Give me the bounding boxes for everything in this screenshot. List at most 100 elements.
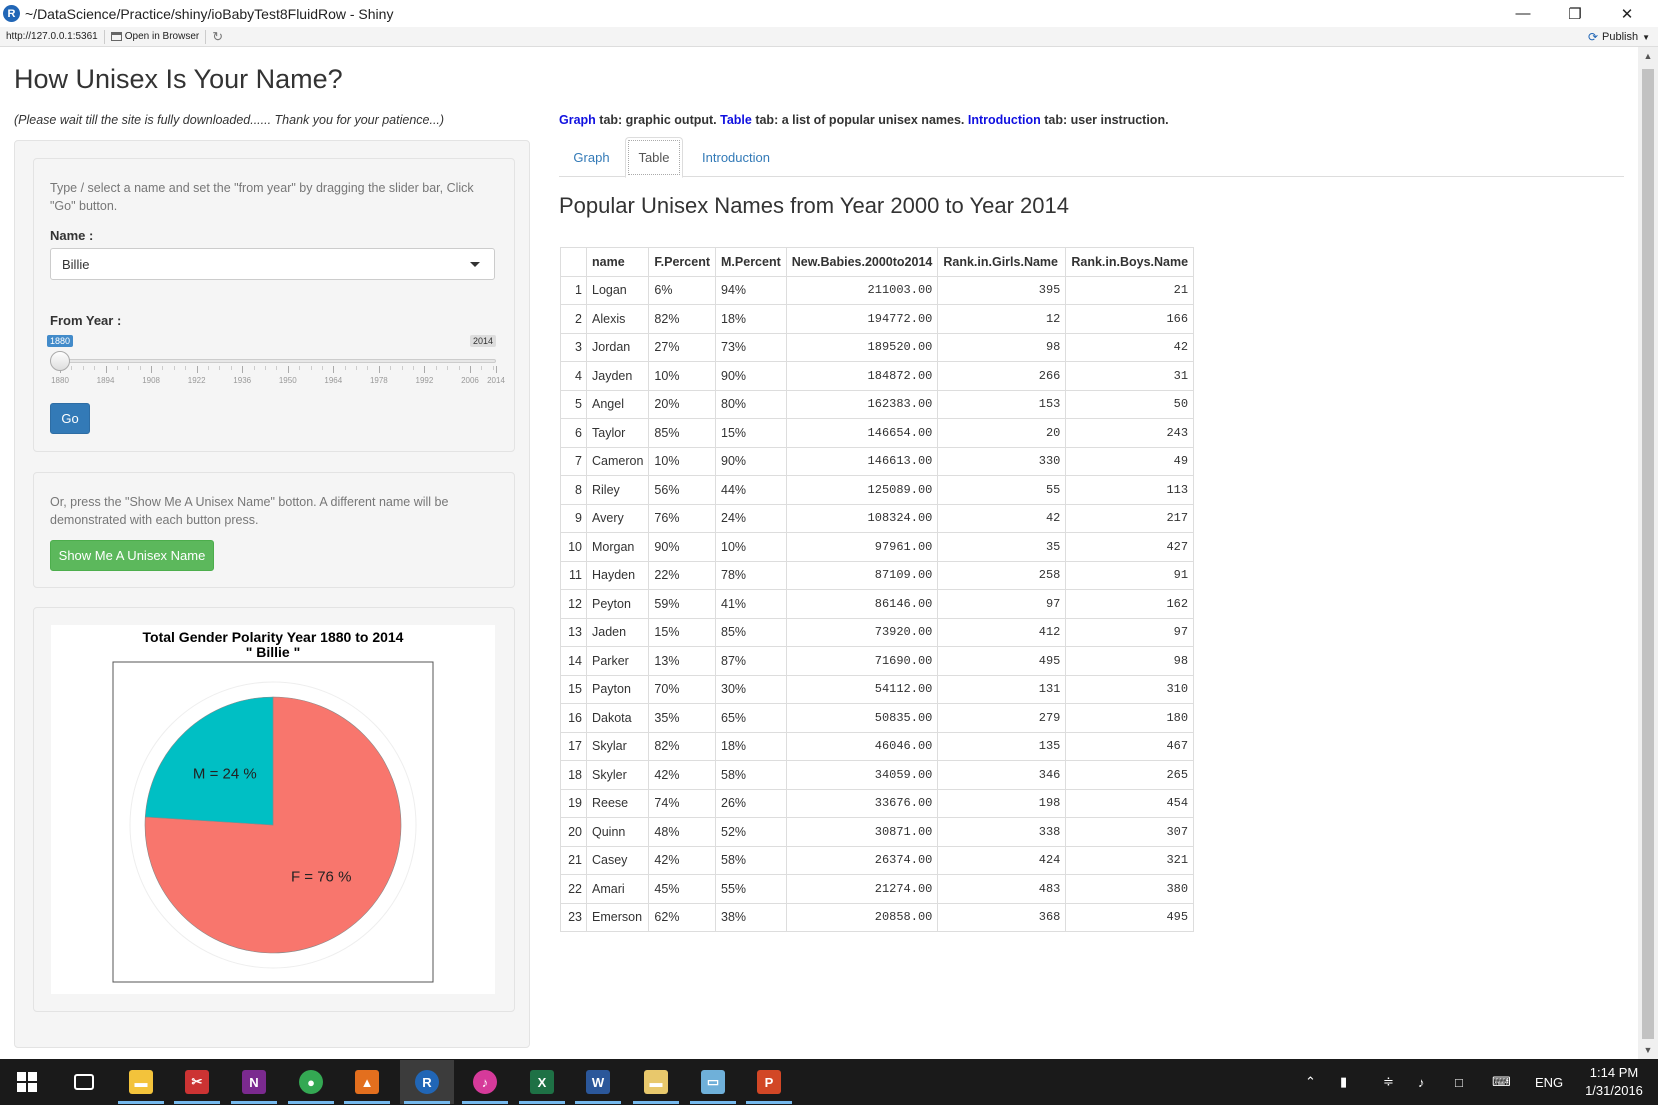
show-unisex-name-button[interactable]: Show Me A Unisex Name (50, 540, 214, 571)
onenote-taskbar-button[interactable]: N (227, 1060, 281, 1104)
close-window-button[interactable]: ✕ (1604, 0, 1650, 27)
scrollbar-thumb[interactable] (1642, 69, 1654, 1039)
column-header[interactable]: New.Babies.2000to2014 (785, 247, 939, 277)
itunes-icon: ♪ (473, 1070, 497, 1094)
table-cell: 91 (1065, 560, 1195, 590)
slider-max-label: 2014 (469, 335, 496, 347)
folder-icon: ▬ (644, 1070, 668, 1094)
running-indicator (231, 1101, 277, 1104)
show-hidden-icons-icon[interactable]: ⌃ (1305, 1059, 1316, 1105)
action-center-icon[interactable]: □ (1455, 1059, 1463, 1105)
scroll-up-icon[interactable]: ▲ (1638, 47, 1658, 65)
table-cell: 42 (1065, 332, 1195, 362)
powerpoint-taskbar-button[interactable]: P (742, 1060, 796, 1104)
refresh-icon[interactable]: ↻ (212, 29, 223, 45)
language-indicator[interactable]: ENG (1535, 1059, 1563, 1105)
table-cell: 368 (937, 902, 1067, 932)
table-cell: Amari (585, 874, 650, 904)
table-cell: 55 (937, 475, 1067, 505)
wifi-icon[interactable]: ≑ (1383, 1059, 1394, 1105)
slider-handle[interactable] (50, 351, 70, 371)
keyboard-icon[interactable]: ⌨ (1492, 1059, 1511, 1105)
table-cell: 80% (715, 389, 787, 419)
minimize-button[interactable]: — (1500, 0, 1546, 27)
tab-introduction[interactable]: Introduction (686, 137, 786, 177)
column-header[interactable]: Rank.in.Boys.Name (1065, 247, 1195, 277)
table-cell: 321 (1065, 845, 1195, 875)
publish-button[interactable]: ⟳ Publish ▼ (1588, 30, 1650, 44)
table-cell: 162 (1065, 589, 1195, 619)
open-in-browser-button[interactable]: Open in Browser (110, 31, 199, 42)
slider-minor-tick (230, 366, 232, 370)
table-cell: 8 (560, 475, 587, 505)
itunes-taskbar-button[interactable]: ♪ (458, 1060, 512, 1104)
table-cell: 73920.00 (785, 617, 939, 647)
table-row: 14 Parker 13% 87% 71690.00 495 98 (560, 646, 1195, 676)
table-cell: Logan (585, 275, 650, 305)
slider-minor-tick (435, 366, 437, 370)
start-button[interactable] (0, 1059, 54, 1105)
vertical-scrollbar[interactable]: ▲ ▼ (1638, 47, 1658, 1059)
table-cell: 65% (715, 703, 787, 733)
table-cell: 13 (560, 617, 587, 647)
slider-major-tick (469, 366, 471, 373)
pie-slice (144, 696, 274, 826)
slider-minor-tick (173, 366, 175, 370)
table-cell: 380 (1065, 874, 1195, 904)
divider (205, 29, 207, 44)
slider-major-tick (424, 366, 426, 373)
excel-taskbar-button[interactable]: X (515, 1060, 569, 1104)
table-row: 15 Payton 70% 30% 54112.00 131 310 (560, 674, 1195, 704)
column-header[interactable]: M.Percent (715, 247, 787, 277)
rstudio-taskbar-button[interactable]: R (400, 1060, 454, 1104)
column-header[interactable]: F.Percent (648, 247, 717, 277)
table-cell: 6 (560, 418, 587, 448)
tab-bar: Graph Table Introduction (559, 137, 1624, 178)
slider-track[interactable] (60, 359, 496, 363)
slider-tick-label: 2014 (487, 376, 505, 385)
go-button[interactable]: Go (50, 403, 90, 434)
tab-table[interactable]: Table (625, 137, 683, 178)
column-header[interactable]: name (585, 247, 650, 277)
clock[interactable]: 1:14 PM 1/31/2016 (1578, 1064, 1650, 1100)
matlab-taskbar-button[interactable]: ▲ (340, 1060, 394, 1104)
window-titlebar: R ~/DataScience/Practice/shiny/ioBabyTes… (0, 0, 1658, 27)
table-cell: 166 (1065, 304, 1195, 334)
desc-graph-text: tab: graphic output. (595, 113, 721, 127)
table-cell: 86146.00 (785, 589, 939, 619)
table-cell: 90% (715, 361, 787, 391)
table-row: 8 Riley 56% 44% 125089.00 55 113 (560, 475, 1195, 505)
slider-minor-tick (162, 366, 164, 370)
table-cell: Reese (585, 788, 650, 818)
notepad-taskbar-button[interactable]: ▭ (686, 1060, 740, 1104)
table-cell: 424 (937, 845, 1067, 875)
table-cell: 59% (648, 589, 717, 619)
volume-icon[interactable]: ♪ (1418, 1059, 1425, 1105)
chrome-taskbar-button[interactable]: ● (284, 1060, 338, 1104)
table-cell: 135 (937, 731, 1067, 761)
table-cell: 2 (560, 304, 587, 334)
tab-graph[interactable]: Graph (559, 137, 624, 177)
from-year-slider[interactable]: 1880 2014 1880 1894 1908 1922 1936 1950 1964 19… (47, 334, 505, 389)
slider-major-tick (242, 366, 244, 373)
table-row: 1 Logan 6% 94% 211003.00 395 21 (560, 275, 1195, 305)
word-taskbar-button[interactable]: W (571, 1060, 625, 1104)
scroll-down-icon[interactable]: ▼ (1638, 1041, 1658, 1059)
table-cell: 395 (937, 275, 1067, 305)
desc-intro-text: tab: user instruction. (1040, 113, 1169, 127)
battery-icon[interactable]: ▮ (1340, 1059, 1347, 1105)
name-select[interactable]: Billie (50, 248, 495, 280)
folder-taskbar-button[interactable]: ▬ (629, 1060, 683, 1104)
table-cell: 48% (648, 817, 717, 847)
task-view-taskbar-button[interactable] (57, 1060, 111, 1104)
file-explorer-taskbar-button[interactable]: ▬ (114, 1060, 168, 1104)
table-cell: 146613.00 (785, 446, 939, 476)
column-header[interactable]: Rank.in.Girls.Name (937, 247, 1067, 277)
table-row: 9 Avery 76% 24% 108324.00 42 217 (560, 503, 1195, 533)
restore-button[interactable]: ❐ (1552, 0, 1598, 27)
table-cell: 153 (937, 389, 1067, 419)
column-header[interactable] (560, 247, 587, 277)
powerpoint-icon: P (757, 1070, 781, 1094)
snipping-tool-taskbar-button[interactable]: ✂ (170, 1060, 224, 1104)
slider-tick-label: 1950 (278, 376, 297, 385)
